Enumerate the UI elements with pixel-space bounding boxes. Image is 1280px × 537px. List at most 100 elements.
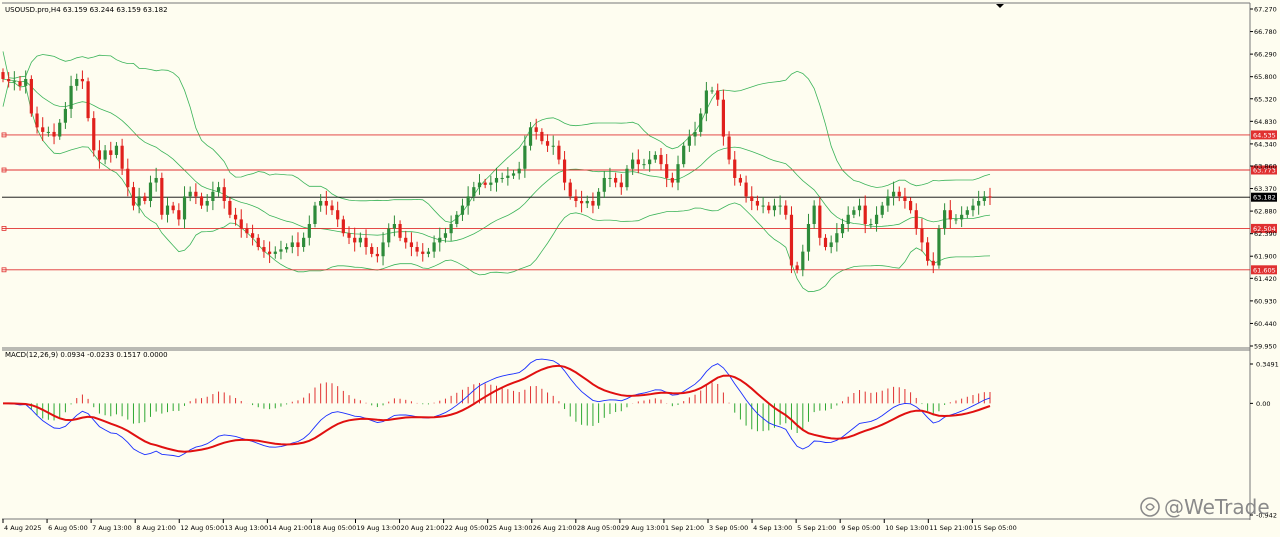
candle-body	[273, 251, 277, 254]
candle	[347, 226, 351, 245]
time-tick-label: 4 Aug 2025	[4, 524, 42, 532]
time-tick-label: 5 Sep 21:00	[797, 524, 836, 532]
candle	[477, 174, 482, 195]
candle-body	[245, 228, 249, 234]
candle-body	[534, 127, 538, 132]
candle-body	[840, 223, 845, 234]
level-price-label: 61.605	[1253, 266, 1276, 274]
time-tick-label: 7 Aug 13:00	[92, 524, 132, 532]
candle	[177, 203, 181, 226]
candle-body	[716, 90, 720, 100]
candle-body	[903, 196, 907, 201]
candle-body	[738, 177, 743, 183]
price-tick-label: 65.320	[1254, 95, 1277, 103]
candle	[653, 151, 657, 163]
candle	[290, 235, 294, 254]
candle	[733, 151, 737, 186]
candle	[943, 203, 947, 235]
candle-body	[551, 145, 555, 147]
candle-body	[296, 242, 300, 248]
candle	[562, 151, 567, 191]
time-tick-label: 12 Aug 05:00	[180, 524, 224, 532]
candle	[818, 197, 822, 246]
candle-body	[665, 164, 669, 178]
candle	[988, 187, 992, 205]
candle	[778, 195, 782, 215]
time-tick-label: 6 Aug 05:00	[48, 524, 88, 532]
candle-body	[920, 228, 924, 243]
price-tick-label: 63.370	[1254, 185, 1277, 193]
bollinger-middle	[2, 78, 991, 242]
candle	[228, 197, 232, 219]
candle-body	[114, 145, 119, 155]
shift-marker-icon[interactable]	[996, 4, 1004, 8]
candle-body	[517, 168, 521, 174]
candle-body	[914, 210, 918, 229]
candle-body	[426, 251, 431, 254]
candle-body	[931, 260, 935, 266]
candle	[245, 223, 249, 238]
candle-body	[1, 72, 5, 79]
candle-body	[880, 205, 884, 215]
candle	[341, 215, 345, 237]
candle-body	[233, 214, 238, 220]
candle-body	[205, 200, 209, 206]
macd-line	[2, 358, 991, 458]
candle	[954, 214, 958, 225]
candle	[398, 220, 402, 242]
candle	[1, 68, 5, 83]
candle	[829, 235, 833, 254]
candle-body	[710, 90, 714, 92]
candle	[97, 140, 102, 169]
candle-body	[506, 175, 510, 178]
candle-body	[699, 113, 703, 132]
candle	[704, 81, 708, 122]
candle	[903, 187, 907, 209]
candle	[852, 206, 856, 219]
candle	[540, 128, 544, 145]
candle	[676, 155, 680, 191]
candle	[489, 175, 493, 192]
candle-body	[375, 253, 379, 257]
candle	[937, 224, 941, 269]
candle	[965, 206, 969, 219]
candle-body	[801, 251, 805, 271]
time-tick-label: 18 Aug 05:00	[312, 524, 356, 532]
candle-body	[239, 219, 243, 229]
candle-body	[370, 247, 374, 254]
candle-body	[597, 191, 601, 206]
candle	[86, 77, 90, 122]
candle-body	[540, 131, 544, 142]
candle-body	[789, 214, 794, 266]
candle-body	[29, 78, 33, 114]
candle-body	[619, 182, 623, 188]
candle-body	[364, 237, 368, 248]
candle-body	[131, 187, 136, 206]
candle-body	[336, 210, 340, 220]
candle	[188, 186, 192, 202]
candle	[455, 211, 459, 228]
candle-body	[937, 228, 941, 266]
candle	[285, 243, 289, 253]
candle	[466, 186, 470, 215]
candle	[52, 123, 56, 145]
candle-body	[466, 196, 470, 206]
candle-body	[778, 205, 782, 207]
candle-body	[472, 187, 476, 197]
candle-body	[477, 182, 482, 188]
candle-body	[165, 205, 170, 215]
candle	[18, 75, 22, 91]
candle	[823, 234, 828, 251]
candle-body	[415, 247, 419, 252]
symbol-header: USOUSD.pro,H4 63.159 63.244 63.159 63.18…	[5, 6, 168, 14]
candle	[7, 72, 11, 88]
candle-body	[438, 237, 442, 243]
watermark: @WeTrade	[1140, 495, 1270, 519]
candle-body	[126, 168, 130, 188]
candle	[789, 206, 794, 274]
candle-body	[500, 177, 504, 179]
candle	[421, 243, 425, 262]
candle	[109, 141, 113, 163]
price-chart[interactable]: 64.53563.77362.50461.60563.182 67.27066.…	[0, 0, 1280, 537]
candle-body	[398, 223, 402, 238]
